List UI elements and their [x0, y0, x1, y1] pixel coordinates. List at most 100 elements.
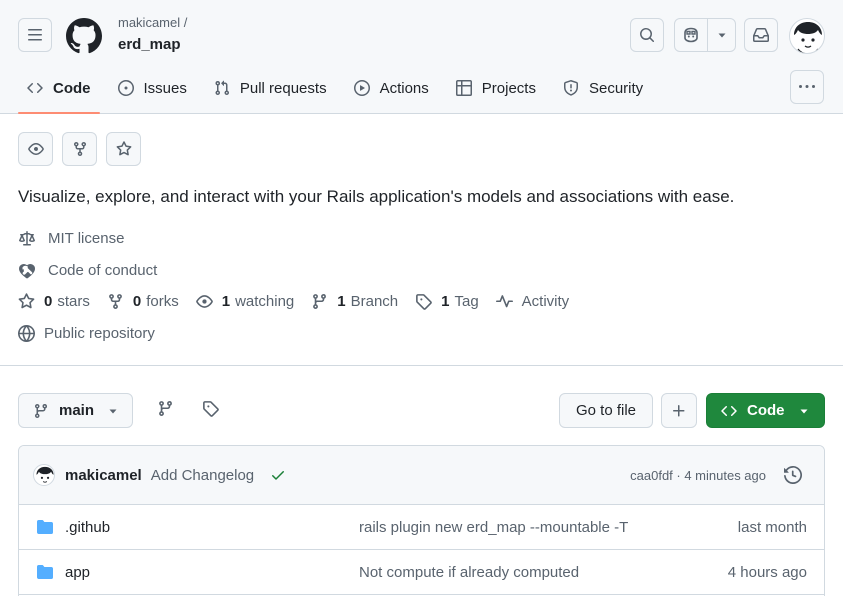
- more-tabs-button[interactable]: [790, 70, 824, 104]
- license-link[interactable]: MIT license: [18, 230, 124, 247]
- tab-security-label: Security: [588, 79, 644, 97]
- copilot-button[interactable]: [675, 19, 708, 51]
- repo-forked-icon: [107, 293, 124, 310]
- tab-code[interactable]: Code: [18, 70, 100, 114]
- stars-link[interactable]: 0 stars: [18, 293, 90, 310]
- latest-commit-row: makicamel Add Changelog caa0fdf · 4 minu…: [19, 446, 824, 505]
- branch-select-button[interactable]: main: [18, 393, 133, 428]
- go-to-file-button[interactable]: Go to file: [559, 393, 653, 428]
- tab-pull-requests-label: Pull requests: [239, 79, 327, 97]
- commit-author[interactable]: makicamel: [65, 467, 142, 484]
- user-avatar[interactable]: [789, 18, 825, 54]
- activity-link[interactable]: Activity: [495, 293, 570, 310]
- pulse-icon: [495, 293, 513, 310]
- add-file-button[interactable]: [661, 393, 697, 428]
- git-branch-icon: [159, 401, 172, 416]
- code-icon: [27, 80, 43, 96]
- watching-count: 1: [221, 293, 231, 310]
- globe-icon: [18, 325, 35, 342]
- tab-actions[interactable]: Actions: [345, 70, 438, 106]
- code-of-conduct-label: Code of conduct: [48, 262, 158, 279]
- folder-icon: [36, 519, 54, 535]
- tags-button[interactable]: [202, 400, 219, 417]
- branch-name: main: [59, 402, 95, 419]
- inbox-button[interactable]: [744, 18, 778, 52]
- history-icon[interactable]: [784, 466, 802, 484]
- visibility-label: Public repository: [44, 325, 155, 342]
- code-dropdown-button[interactable]: Code: [706, 393, 825, 428]
- copilot-dropdown-button[interactable]: [708, 19, 735, 51]
- code-of-conduct-link[interactable]: Code of conduct: [18, 262, 157, 279]
- repo-description: Visualize, explore, and interact with yo…: [18, 187, 735, 206]
- tab-projects-label: Projects: [481, 79, 536, 97]
- git-branch-icon: [33, 403, 49, 419]
- tab-pull-requests[interactable]: Pull requests: [205, 70, 336, 106]
- issue-icon: [117, 80, 134, 96]
- triangle-down-icon: [799, 406, 809, 416]
- file-commit-date: last month: [737, 518, 807, 536]
- menu-button[interactable]: [18, 18, 52, 52]
- github-logo-icon[interactable]: [66, 18, 102, 54]
- forks-count: 0: [132, 293, 142, 310]
- file-row[interactable]: app Not compute if already computed 4 ho…: [19, 550, 824, 595]
- repo-nav-tabs: Code Issues Pull requests Actions Projec…: [18, 70, 661, 114]
- branch-count: 1: [337, 293, 346, 310]
- commit-message[interactable]: Add Changelog: [151, 467, 254, 484]
- kebab-horizontal-icon: [799, 85, 815, 88]
- license-label: MIT license: [48, 230, 125, 247]
- code-of-conduct-icon: [18, 263, 36, 279]
- plus-icon: [673, 404, 685, 416]
- star-icon: [116, 141, 131, 156]
- forks-link[interactable]: 0 forks: [107, 293, 179, 310]
- fork-button[interactable]: [62, 132, 97, 166]
- file-row[interactable]: .github rails plugin new erd_map --mount…: [19, 505, 824, 550]
- code-icon: [721, 403, 737, 419]
- inbox-icon: [753, 28, 769, 42]
- tag-count: 1: [441, 293, 450, 310]
- tab-actions-label: Actions: [379, 79, 429, 97]
- file-name[interactable]: .github: [65, 519, 110, 536]
- branch-label: Branch: [350, 293, 399, 310]
- folder-icon: [36, 564, 54, 580]
- code-button-label: Code: [747, 402, 785, 419]
- star-icon: [18, 293, 35, 310]
- activity-label: Activity: [521, 293, 570, 310]
- tag-label: Tag: [454, 293, 479, 310]
- copilot-icon: [684, 27, 698, 43]
- tab-security[interactable]: Security: [554, 70, 652, 106]
- visibility-info: Public repository: [18, 325, 155, 342]
- repo-header: makicamel / erd_map Code Issues Pull req…: [0, 0, 843, 114]
- triangle-down-icon: [718, 33, 725, 38]
- check-icon[interactable]: [270, 467, 286, 483]
- shield-icon: [563, 80, 579, 96]
- tab-issues[interactable]: Issues: [109, 70, 196, 106]
- stars-count: 0: [44, 293, 53, 310]
- file-commit-message[interactable]: Not compute if already computed: [359, 564, 579, 581]
- eye-icon: [195, 293, 213, 310]
- forks-label: forks: [146, 293, 179, 310]
- file-commit-message[interactable]: rails plugin new erd_map --mountable -T: [359, 519, 628, 536]
- repo-forked-icon: [73, 142, 86, 157]
- file-name[interactable]: app: [65, 564, 90, 581]
- branches-link[interactable]: 1 Branch: [311, 293, 398, 310]
- search-button[interactable]: [630, 18, 664, 52]
- git-branch-icon: [311, 293, 328, 310]
- repo-stats: 0 stars 0 forks 1 watching 1 Branch 1 Ta…: [18, 293, 586, 310]
- commit-author-avatar[interactable]: [33, 464, 55, 486]
- triangle-down-icon: [108, 406, 118, 416]
- star-button[interactable]: [106, 132, 141, 166]
- watching-label: watching: [235, 293, 295, 310]
- watch-button[interactable]: [18, 132, 53, 166]
- tab-issues-label: Issues: [143, 79, 187, 97]
- section-divider: [0, 365, 843, 366]
- file-table: makicamel Add Changelog caa0fdf · 4 minu…: [18, 445, 825, 596]
- branches-button[interactable]: [157, 400, 174, 417]
- commit-sha-time[interactable]: caa0fdf · 4 minutes ago: [630, 468, 766, 483]
- watching-link[interactable]: 1 watching: [195, 293, 295, 310]
- tab-projects[interactable]: Projects: [447, 70, 545, 106]
- play-icon: [353, 80, 370, 96]
- tags-link[interactable]: 1 Tag: [415, 293, 479, 310]
- repo-owner-link[interactable]: makicamel /: [118, 15, 187, 30]
- repo-name-link[interactable]: erd_map: [118, 36, 181, 53]
- hamburger-icon: [28, 29, 42, 41]
